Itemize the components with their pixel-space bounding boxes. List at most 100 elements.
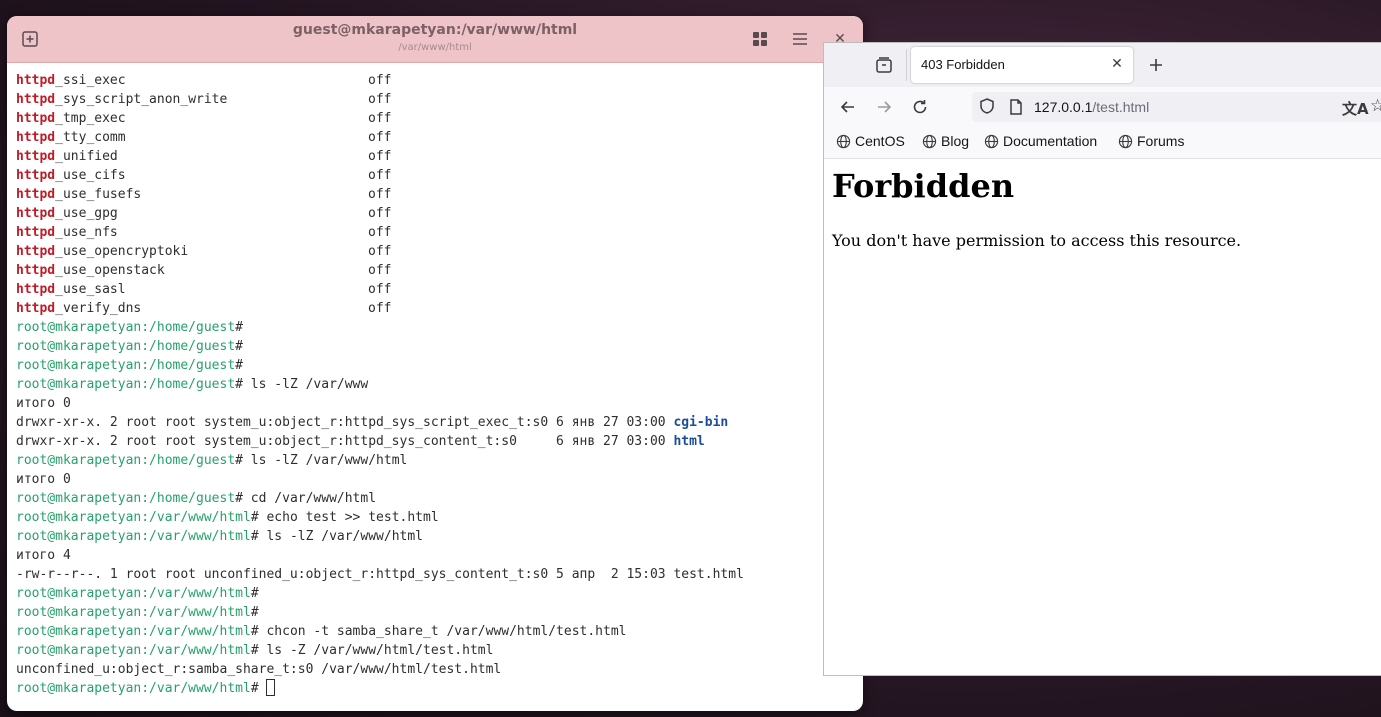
bookmark-star-icon[interactable]: ☆ (1370, 96, 1381, 116)
boolean-suffix: _use_nfs (55, 225, 118, 240)
bookmarks-toolbar: CentOS Blog Documentation Forums (824, 127, 1381, 159)
shield-icon[interactable] (978, 97, 996, 119)
tab-overview-icon (876, 57, 892, 73)
terminal-title: guest@mkarapetyan:/var/www/html (292, 22, 578, 38)
highlighted-match: httpd (16, 168, 56, 183)
new-tab-button[interactable] (1144, 53, 1168, 77)
terminal-line: root@mkarapetyan:/home/guest# ls -lZ /va… (16, 451, 856, 470)
boolean-name: httpd_tmp_exec (16, 109, 368, 128)
boolean-suffix: _ssi_exec (55, 73, 126, 88)
boolean-value: off (368, 149, 392, 164)
command-text: # (250, 605, 259, 620)
boolean-suffix: _sys_script_anon_write (55, 92, 228, 107)
boolean-name: httpd_ssi_exec (16, 71, 368, 90)
terminal-line: httpd_use_fusefs off (16, 185, 856, 204)
terminal-line: root@mkarapetyan:/home/guest# ls -lZ /va… (16, 375, 856, 394)
back-button[interactable] (836, 95, 860, 119)
text-cursor[interactable] (266, 679, 276, 696)
output-text: итого 4 (16, 548, 71, 563)
terminal-line: root@mkarapetyan:/var/www/html# ls -Z /v… (16, 641, 856, 660)
terminal-line: httpd_ssi_exec off (16, 71, 856, 90)
highlighted-match: httpd (16, 130, 56, 145)
prompt-user-host: root@mkarapetyan:/var/www/html (16, 681, 251, 696)
command-text: # chcon -t samba_share_t /var/www/html/t… (250, 624, 627, 639)
menu-button[interactable] (785, 24, 815, 54)
arrow-right-icon (878, 101, 892, 113)
terminal-window[interactable]: guest@mkarapetyan:/var/www/html /var/www… (7, 16, 863, 711)
output-text: drwxr-xr-x. 2 root root system_u:object_… (16, 415, 674, 430)
boolean-suffix: _use_opencryptoki (55, 244, 189, 259)
page-info-icon[interactable] (1008, 98, 1024, 120)
reload-button[interactable] (908, 95, 932, 119)
arrow-left-icon (840, 101, 854, 113)
bookmark-label: Documentation (1003, 133, 1098, 149)
command-text: # (250, 586, 259, 601)
highlighted-match: httpd (16, 263, 56, 278)
terminal-header-bar[interactable]: guest@mkarapetyan:/var/www/html /var/www… (7, 16, 863, 63)
boolean-value: off (368, 225, 392, 240)
globe-icon (1118, 134, 1133, 148)
terminal-line: httpd_verify_dns off (16, 299, 856, 318)
prompt-user-host: root@mkarapetyan:/var/www/html (16, 643, 251, 658)
bookmark-forums[interactable]: Forums (1118, 133, 1184, 149)
tab-403-forbidden[interactable]: 403 Forbidden ✕ (911, 47, 1133, 83)
terminal-line: drwxr-xr-x. 2 root root system_u:object_… (16, 432, 856, 451)
command-text: # (235, 320, 243, 335)
terminal-line: root@mkarapetyan:/var/www/html# echo tes… (16, 508, 856, 527)
boolean-suffix: _verify_dns (55, 301, 142, 316)
page-content: Forbidden You don't have permission to a… (824, 159, 1381, 675)
boolean-suffix: _use_openstack (55, 263, 165, 278)
tab-close-icon[interactable]: ✕ (1109, 56, 1125, 72)
command-text: # cd /var/www/html (235, 491, 377, 506)
url-text[interactable]: 127.0.0.1/test.html (1034, 99, 1149, 115)
terminal-line: root@mkarapetyan:/home/guest# (16, 337, 856, 356)
output-text: итого 0 (16, 472, 71, 487)
terminal-line: httpd_unified off (16, 147, 856, 166)
browser-window[interactable]: 403 Forbidden ✕ 127.0.0.1/test.html 文A ☆ (823, 42, 1381, 676)
boolean-value: off (368, 187, 392, 202)
output-text: итого 0 (16, 396, 71, 411)
boolean-value: off (368, 206, 392, 221)
hamburger-menu-icon (793, 33, 807, 45)
grid-icon (753, 32, 767, 46)
bookmark-label: Forums (1137, 133, 1185, 149)
boolean-value: off (368, 130, 392, 145)
bookmark-centos[interactable]: CentOS (836, 133, 905, 149)
boolean-name: httpd_unified (16, 147, 368, 166)
boolean-suffix: _tmp_exec (55, 111, 126, 126)
tab-title: 403 Forbidden (921, 57, 1005, 72)
bookmark-label: CentOS (855, 133, 905, 149)
boolean-value: off (368, 92, 392, 107)
boolean-name: httpd_verify_dns (16, 299, 368, 318)
terminal-line: root@mkarapetyan:/home/guest# cd /var/ww… (16, 489, 856, 508)
navigation-bar: 127.0.0.1/test.html 文A ☆ (824, 87, 1381, 127)
boolean-suffix: _use_sasl (55, 282, 126, 297)
boolean-name: httpd_use_opencryptoki (16, 242, 368, 261)
command-text: # echo test >> test.html (250, 510, 439, 525)
prompt-user-host: root@mkarapetyan:/home/guest (16, 339, 236, 354)
bookmark-blog[interactable]: Blog (922, 133, 969, 149)
boolean-name: httpd_use_gpg (16, 204, 368, 223)
prompt-user-host: root@mkarapetyan:/var/www/html (16, 605, 251, 620)
terminal-line: root@mkarapetyan:/var/www/html# (16, 679, 856, 698)
command-text: # (235, 339, 243, 354)
boolean-suffix: _tty_comm (55, 130, 126, 145)
view-tabs-button[interactable] (745, 24, 775, 54)
terminal-output[interactable]: httpd_ssi_exec off httpd_sys_script_anon_w… (16, 71, 856, 698)
tab-strip: 403 Forbidden ✕ (824, 43, 1381, 87)
highlighted-match: httpd (16, 225, 56, 240)
list-all-tabs-button[interactable] (872, 53, 896, 77)
terminal-line: httpd_sys_script_anon_write off (16, 90, 856, 109)
prompt-user-host: root@mkarapetyan:/home/guest (16, 453, 236, 468)
page-heading: Forbidden (832, 167, 1015, 205)
url-bar[interactable]: 127.0.0.1/test.html 文A ☆ (972, 92, 1381, 122)
prompt-user-host: root@mkarapetyan:/home/guest (16, 320, 236, 335)
globe-icon (984, 134, 999, 148)
forward-button[interactable] (872, 95, 896, 119)
boolean-name: httpd_use_openstack (16, 261, 368, 280)
prompt-user-host: root@mkarapetyan:/home/guest (16, 491, 236, 506)
boolean-value: off (368, 73, 392, 88)
translate-icon[interactable]: 文A (1342, 98, 1369, 119)
bookmark-documentation[interactable]: Documentation (984, 133, 1097, 149)
terminal-line: httpd_use_cifs off (16, 166, 856, 185)
